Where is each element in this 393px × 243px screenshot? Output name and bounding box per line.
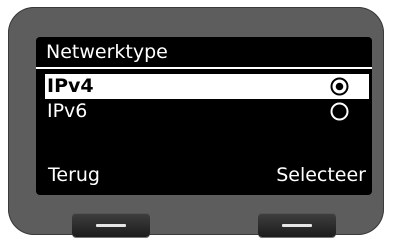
key-dash-icon <box>96 224 126 227</box>
option-label: IPv6 <box>47 100 88 122</box>
softkey-select-label: Selecteer <box>276 164 366 186</box>
phone-device: Netwerktype IPv4 IPv6 Terug Selecteer <box>8 7 384 237</box>
option-ipv6[interactable]: IPv6 <box>45 99 369 124</box>
key-dash-icon <box>282 224 312 227</box>
screen-title: Netwerktype <box>46 41 168 63</box>
option-ipv4[interactable]: IPv4 <box>45 74 369 99</box>
back-button[interactable] <box>72 213 150 237</box>
softkey-back-label: Terug <box>48 164 100 186</box>
display-screen: Netwerktype IPv4 IPv6 Terug Selecteer <box>36 37 372 195</box>
option-label: IPv4 <box>47 75 94 97</box>
radio-unselected-icon[interactable] <box>330 102 349 121</box>
title-divider <box>36 67 372 69</box>
radio-selected-icon[interactable] <box>330 77 349 96</box>
select-button[interactable] <box>258 213 336 237</box>
